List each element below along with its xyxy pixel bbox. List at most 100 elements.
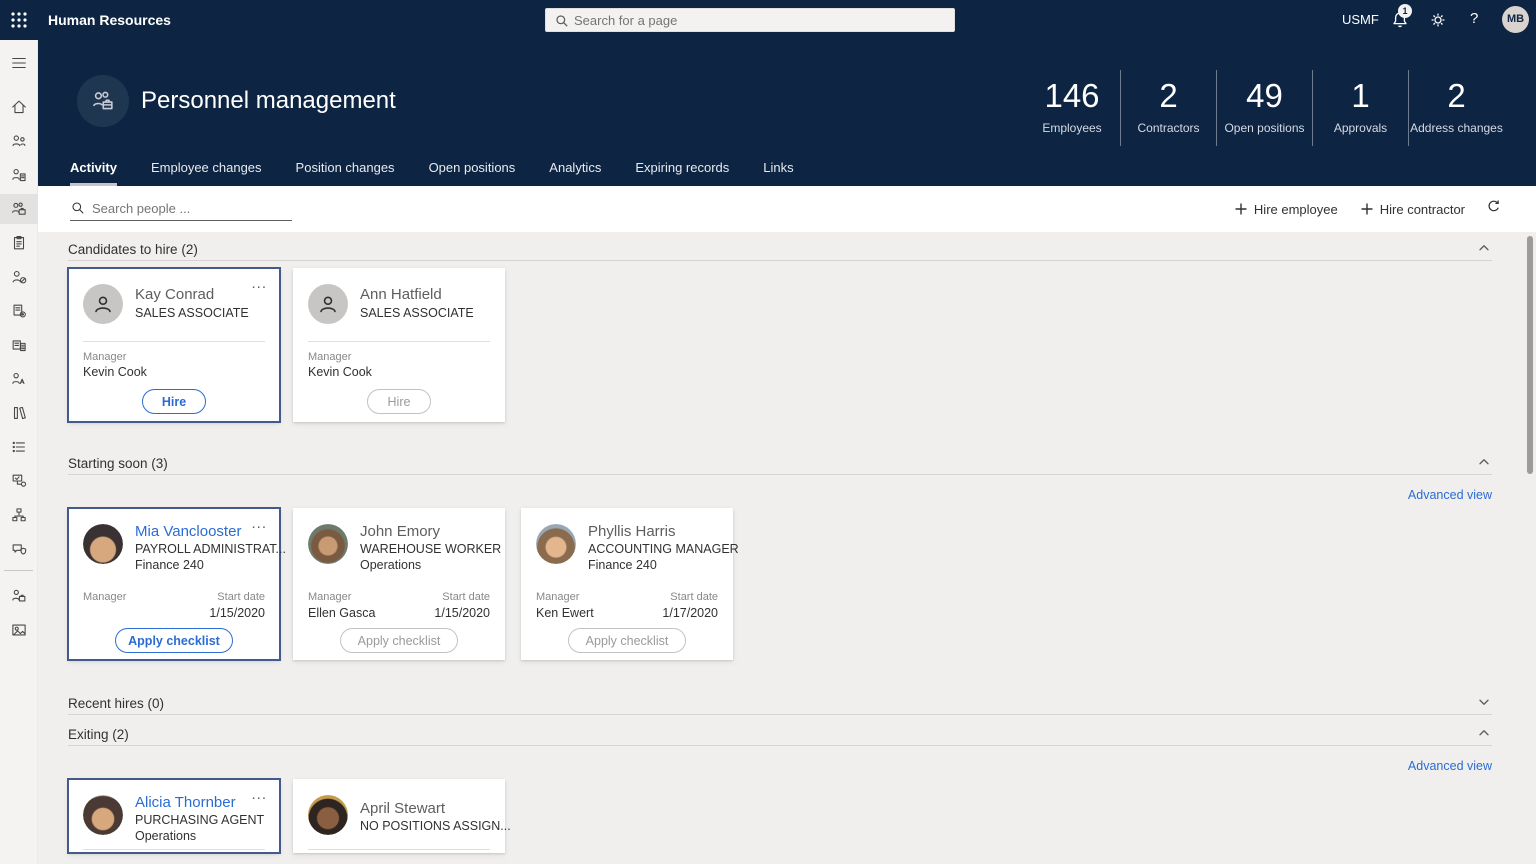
page-tabs: Activity Employee changes Position chang… bbox=[70, 160, 828, 186]
manager-value: Kevin Cook bbox=[308, 365, 372, 379]
stat-open-positions[interactable]: 49 Open positions bbox=[1216, 70, 1312, 146]
help-icon[interactable]: ? bbox=[1470, 10, 1478, 27]
expand-recent-chevron-down-icon[interactable] bbox=[1476, 694, 1492, 710]
app-title[interactable]: Human Resources bbox=[48, 12, 171, 28]
hire-button[interactable]: Hire bbox=[142, 389, 206, 414]
task-list-icon[interactable] bbox=[0, 432, 38, 462]
more-options-button[interactable]: ... bbox=[251, 786, 267, 803]
collapse-starting-chevron-up-icon[interactable] bbox=[1476, 454, 1492, 470]
employee-name-link[interactable]: Alicia Thornber bbox=[135, 794, 236, 811]
person-placeholder-avatar bbox=[308, 284, 348, 324]
menu-hamburger-icon[interactable] bbox=[0, 48, 38, 78]
employee-name[interactable]: Phyllis Harris bbox=[588, 523, 676, 540]
tab-expiring-records[interactable]: Expiring records bbox=[635, 160, 729, 186]
topbar: Human Resources USMF 1 ? MB bbox=[0, 0, 1536, 40]
exiting-card-alicia-thornber[interactable]: Alicia Thornber PURCHASING AGENT Operati… bbox=[68, 779, 280, 853]
candidate-name[interactable]: Kay Conrad bbox=[135, 286, 214, 303]
tab-links[interactable]: Links bbox=[763, 160, 793, 186]
people-search-box[interactable] bbox=[70, 197, 292, 221]
plus-icon bbox=[1360, 202, 1374, 216]
checklist-flow-icon[interactable] bbox=[0, 466, 38, 496]
person-letters-icon[interactable] bbox=[0, 364, 38, 394]
home-icon[interactable] bbox=[0, 92, 38, 122]
section-recent-title: Recent hires (0) bbox=[68, 696, 164, 711]
user-avatar[interactable]: MB bbox=[1502, 6, 1529, 33]
exiting-card-april-stewart[interactable]: April Stewart NO POSITIONS ASSIGN... bbox=[293, 779, 505, 853]
tab-position-changes[interactable]: Position changes bbox=[296, 160, 395, 186]
stat-contractors[interactable]: 2 Contractors bbox=[1120, 70, 1216, 146]
starting-card-mia-vanclooster[interactable]: Mia Vanclooster PAYROLL ADMINISTRAT... F… bbox=[68, 508, 280, 660]
candidate-card-kay-conrad[interactable]: Kay Conrad SALES ASSOCIATE ... Manager K… bbox=[68, 268, 280, 422]
stat-employees[interactable]: 146 Employees bbox=[1024, 70, 1120, 146]
employee-photo-icon[interactable] bbox=[0, 615, 38, 645]
apply-checklist-button[interactable]: Apply checklist bbox=[568, 628, 686, 653]
personnel-management-nav-icon[interactable] bbox=[0, 194, 38, 224]
tab-activity[interactable]: Activity bbox=[70, 160, 117, 186]
employee-photo-avatar bbox=[308, 524, 348, 564]
apply-checklist-button[interactable]: Apply checklist bbox=[340, 628, 458, 653]
start-date-value: 1/15/2020 bbox=[209, 606, 265, 620]
apply-checklist-button[interactable]: Apply checklist bbox=[115, 628, 233, 653]
hire-button[interactable]: Hire bbox=[367, 389, 431, 414]
exiting-advanced-view-link[interactable]: Advanced view bbox=[1408, 759, 1492, 773]
more-options-button[interactable]: ... bbox=[251, 515, 267, 532]
people-search-input[interactable] bbox=[92, 197, 287, 219]
collapse-exiting-chevron-up-icon[interactable] bbox=[1476, 725, 1492, 741]
employee-photo-avatar bbox=[83, 795, 123, 835]
start-date-value: 1/17/2020 bbox=[662, 606, 718, 620]
stat-approvals[interactable]: 1 Approvals bbox=[1312, 70, 1408, 146]
employee-job-title: PAYROLL ADMINISTRAT... bbox=[135, 542, 286, 556]
app-launcher-icon[interactable] bbox=[8, 9, 30, 31]
section-candidates-title: Candidates to hire (2) bbox=[68, 242, 198, 257]
manager-value: Kevin Cook bbox=[83, 365, 147, 379]
employee-job-title: PURCHASING AGENT bbox=[135, 813, 264, 827]
tab-employee-changes[interactable]: Employee changes bbox=[151, 160, 262, 186]
courses-books-icon[interactable] bbox=[0, 398, 38, 428]
starting-advanced-view-link[interactable]: Advanced view bbox=[1408, 488, 1492, 502]
candidate-name[interactable]: Ann Hatfield bbox=[360, 286, 442, 303]
company-selector[interactable]: USMF bbox=[1342, 12, 1379, 27]
page-search-input[interactable] bbox=[574, 9, 949, 31]
employee-photo-avatar bbox=[308, 795, 348, 835]
collapse-candidates-chevron-up-icon[interactable] bbox=[1476, 240, 1492, 256]
main-content: Candidates to hire (2) Kay Conrad SALES … bbox=[38, 232, 1536, 864]
tab-analytics[interactable]: Analytics bbox=[549, 160, 601, 186]
stat-address-changes[interactable]: 2 Address changes bbox=[1408, 70, 1504, 146]
payroll-calculator-icon[interactable] bbox=[0, 330, 38, 360]
employee-department: Finance 240 bbox=[135, 558, 204, 572]
notification-badge: 1 bbox=[1398, 4, 1412, 18]
employee-name-link[interactable]: Mia Vanclooster bbox=[135, 523, 241, 540]
section-exiting-title: Exiting (2) bbox=[68, 727, 129, 742]
starting-card-phyllis-harris[interactable]: Phyllis Harris ACCOUNTING MANAGER Financ… bbox=[521, 508, 733, 660]
clipboard-icon[interactable] bbox=[0, 228, 38, 258]
settings-gear-icon[interactable] bbox=[1428, 10, 1448, 30]
person-remove-icon[interactable] bbox=[0, 262, 38, 292]
refresh-icon[interactable] bbox=[1485, 198, 1502, 220]
more-options-button[interactable]: ... bbox=[251, 275, 267, 292]
document-gear-icon[interactable] bbox=[0, 296, 38, 326]
feedback-shield-icon[interactable] bbox=[0, 534, 38, 564]
employee-name[interactable]: John Emory bbox=[360, 523, 440, 540]
search-icon bbox=[554, 13, 570, 29]
plus-icon bbox=[1234, 202, 1248, 216]
search-icon bbox=[70, 200, 86, 216]
tab-open-positions[interactable]: Open positions bbox=[429, 160, 516, 186]
hire-contractor-button[interactable]: Hire contractor bbox=[1360, 202, 1465, 217]
nav-sidebar bbox=[0, 40, 38, 864]
people-icon[interactable] bbox=[0, 126, 38, 156]
scrollbar-thumb[interactable] bbox=[1527, 236, 1533, 474]
hire-employee-button[interactable]: Hire employee bbox=[1234, 202, 1338, 217]
org-hierarchy-icon[interactable] bbox=[0, 500, 38, 530]
employee-department: Operations bbox=[135, 829, 196, 843]
candidate-card-ann-hatfield[interactable]: Ann Hatfield SALES ASSOCIATE Manager Kev… bbox=[293, 268, 505, 422]
person-briefcase-icon[interactable] bbox=[0, 581, 38, 611]
person-document-icon[interactable] bbox=[0, 160, 38, 190]
starting-card-john-emory[interactable]: John Emory WAREHOUSE WORKER Operations M… bbox=[293, 508, 505, 660]
employee-name[interactable]: April Stewart bbox=[360, 800, 445, 817]
page-search-box[interactable] bbox=[545, 8, 955, 32]
employee-department: Finance 240 bbox=[588, 558, 657, 572]
person-placeholder-avatar bbox=[83, 284, 123, 324]
manager-label: Manager bbox=[308, 591, 351, 603]
vertical-scrollbar[interactable] bbox=[1524, 232, 1536, 864]
manager-label: Manager bbox=[83, 351, 126, 363]
